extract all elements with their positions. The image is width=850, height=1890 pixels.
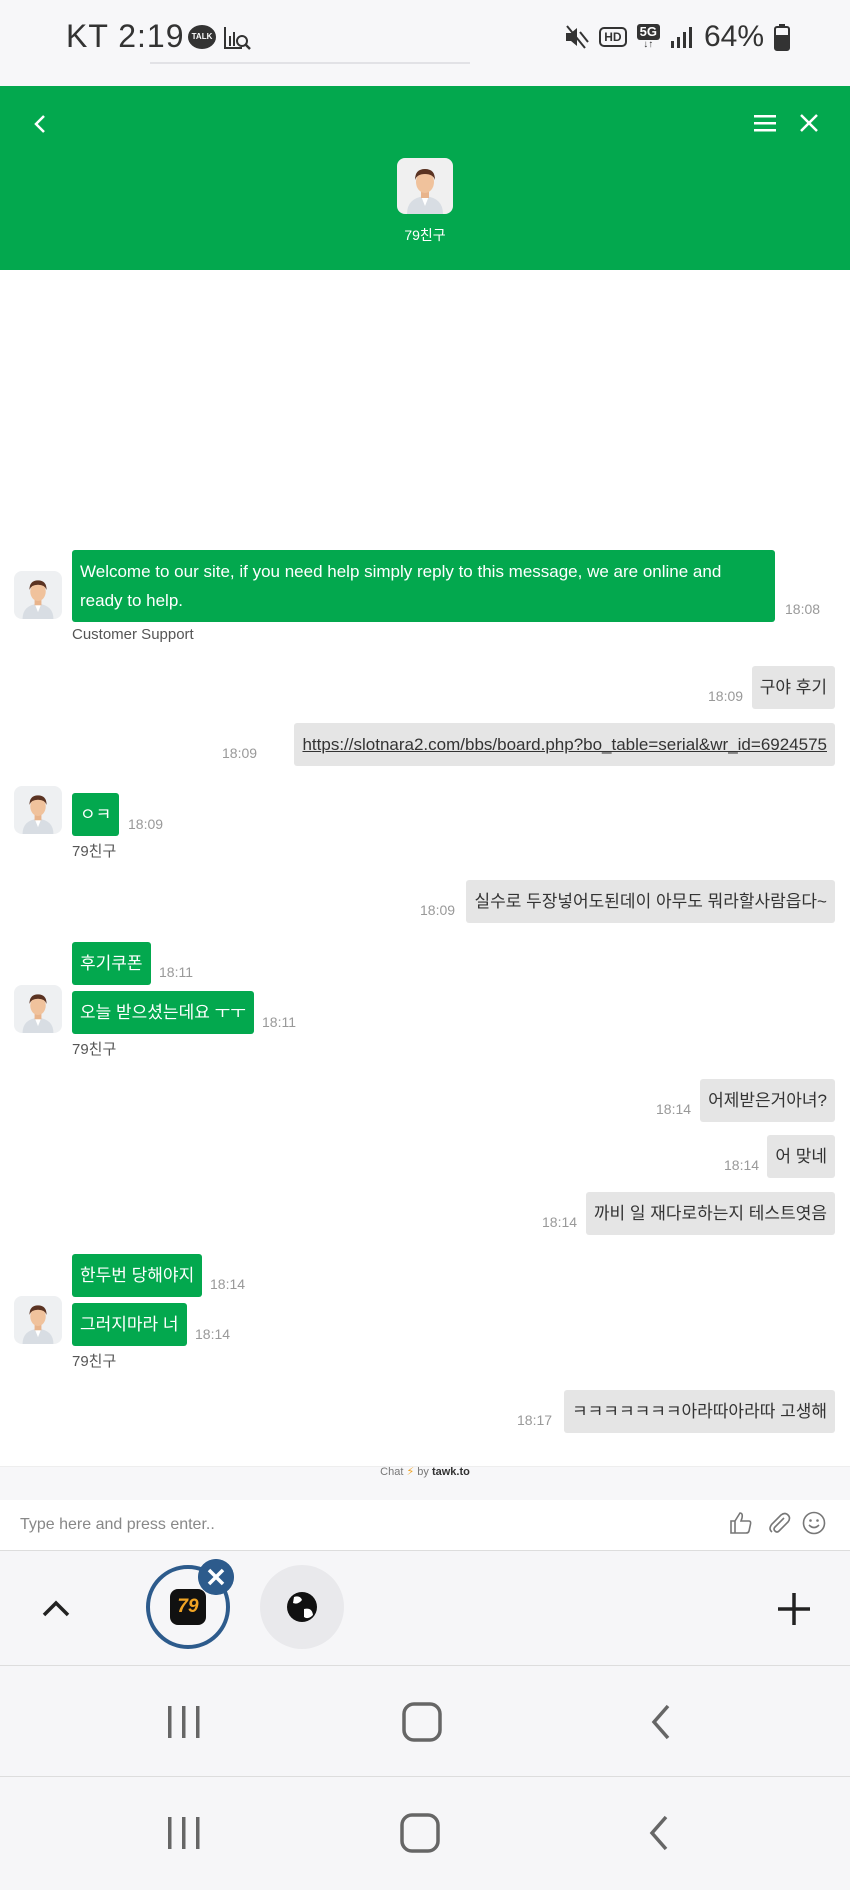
message-bubble-agent: 오늘 받으셨는데요 ㅜㅜ	[72, 991, 254, 1034]
message-bubble-agent: 후기쿠폰	[72, 942, 151, 985]
close-tab-icon[interactable]	[198, 1559, 234, 1595]
message-bubble-user: 구야 후기	[751, 666, 835, 709]
kakaotalk-notification-icon: TALK	[188, 25, 216, 49]
person-avatar-icon	[22, 994, 54, 1033]
powered-by[interactable]: Chat ⚡ by tawk.to	[0, 1465, 850, 1478]
message-time: 18:14	[195, 1326, 231, 1342]
message-time: 18:09	[420, 902, 456, 918]
sender-name: 79친구	[72, 843, 117, 860]
sender-name: Customer Support	[72, 626, 194, 643]
5g-label: 5G	[636, 24, 660, 40]
thumbs-up-icon[interactable]	[728, 1510, 754, 1536]
system-nav-bar	[0, 1665, 850, 1776]
chat-area[interactable]: Welcome to our site, if you need help si…	[0, 270, 850, 1466]
chevron-left-icon[interactable]	[26, 106, 54, 142]
message-time: 18:14	[542, 1214, 578, 1230]
system-nav-bar	[0, 1776, 850, 1890]
person-avatar-icon	[407, 169, 443, 214]
recent-apps-icon[interactable]	[164, 1702, 204, 1742]
message-bubble-user: 어 맞네	[767, 1135, 835, 1178]
powered-by-label: by	[417, 1466, 429, 1478]
data-search-icon	[224, 27, 251, 50]
message-time: 18:09	[222, 745, 258, 761]
message-time: 18:11	[159, 964, 193, 980]
5g-arrows-icon: ↓↑	[643, 39, 654, 50]
message-time: 18:14	[724, 1157, 760, 1173]
79-logo: 79	[170, 1589, 206, 1625]
agent-avatar	[397, 158, 453, 214]
smiley-icon[interactable]	[801, 1510, 827, 1536]
message-bubble-user: https://slotnara2.com/bbs/board.php?bo_t…	[294, 723, 835, 766]
battery-icon	[774, 24, 790, 51]
person-avatar-icon	[22, 580, 54, 619]
tawk-brand: tawk.to	[431, 1466, 470, 1478]
message-bubble-user: ㅋㅋㅋㅋㅋㅋㅋ아라따아라따 고생해	[564, 1390, 835, 1433]
avatar	[14, 786, 62, 834]
mute-icon	[566, 25, 590, 49]
5g-icon: 5G ↓↑	[636, 24, 660, 50]
message-bubble-user: 어제받은거아녀?	[700, 1079, 835, 1122]
add-tab-icon[interactable]	[774, 1589, 814, 1629]
home-icon[interactable]	[398, 1811, 442, 1855]
message-bubble-user: 까비 일 재다로하는지 테스트엿음	[585, 1192, 835, 1235]
hamburger-menu-icon[interactable]	[752, 110, 778, 136]
message-time: 18:09	[708, 688, 744, 704]
status-divider	[150, 62, 470, 64]
hd-icon: HD	[599, 27, 627, 47]
powered-prefix: Chat	[380, 1466, 404, 1478]
message-bubble-agent: ㅇㅋ	[72, 793, 120, 836]
message-time: 18:14	[210, 1276, 246, 1292]
avatar	[14, 571, 62, 619]
status-bar: KT 2:19 TALK HD 5G ↓↑ 64%	[0, 0, 850, 84]
carrier-time: KT 2:19	[66, 18, 185, 54]
tab-browser[interactable]	[260, 1565, 344, 1649]
chat-header: 79친구	[0, 86, 850, 270]
recent-apps-icon[interactable]	[164, 1813, 204, 1853]
message-input[interactable]	[18, 1504, 702, 1546]
back-icon[interactable]	[642, 1811, 676, 1855]
bolt-icon: ⚡	[406, 1466, 415, 1478]
paperclip-icon[interactable]	[766, 1510, 792, 1536]
agent-name: 79친구	[404, 227, 446, 243]
message-time: 18:14	[656, 1101, 692, 1117]
message-bubble-user: 실수로 두장넣어도된데이 아무도 뭐라할사람읍다~	[466, 880, 835, 923]
person-avatar-icon	[22, 795, 54, 834]
battery-percent: 64%	[703, 20, 764, 53]
message-composer	[0, 1500, 850, 1550]
message-time: 18:09	[128, 816, 164, 832]
sender-name: 79친구	[72, 1041, 117, 1058]
sender-name: 79친구	[72, 1353, 117, 1370]
avatar	[14, 985, 62, 1033]
message-bubble-agent: 그러지마라 너	[72, 1303, 187, 1346]
avatar	[14, 1296, 62, 1344]
message-time: 18:17	[517, 1412, 553, 1428]
person-avatar-icon	[22, 1305, 54, 1344]
signal-icon	[670, 27, 692, 48]
globe-icon	[287, 1592, 317, 1622]
message-time: 18:08	[785, 601, 821, 617]
home-icon[interactable]	[400, 1700, 444, 1744]
message-link[interactable]: https://slotnara2.com/bbs/board.php?bo_t…	[302, 735, 827, 754]
message-bubble-agent: 한두번 당해야지	[72, 1254, 203, 1297]
chevron-up-icon[interactable]	[38, 1591, 74, 1627]
close-icon[interactable]	[796, 110, 822, 136]
status-right-group: HD 5G ↓↑ 64%	[563, 20, 790, 54]
message-bubble-agent: Welcome to our site, if you need help si…	[72, 550, 775, 622]
browser-app-bar: 79	[0, 1550, 850, 1665]
message-time: 18:11	[262, 1014, 296, 1030]
back-icon[interactable]	[644, 1700, 678, 1744]
